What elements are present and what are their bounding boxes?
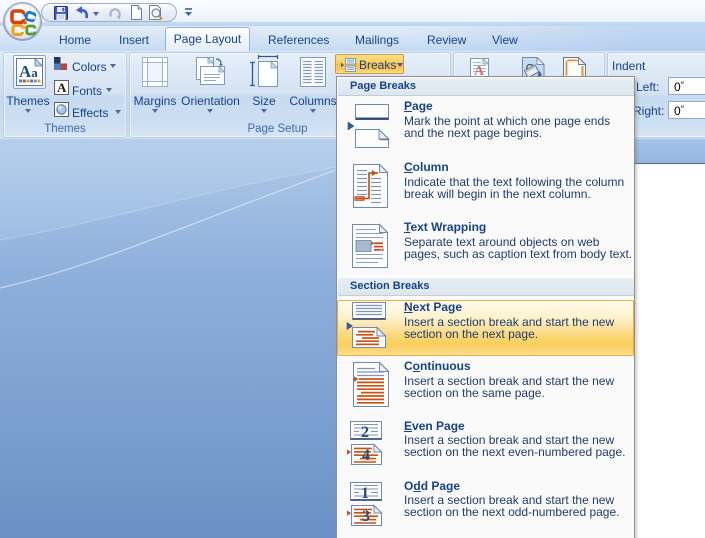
svg-text:2: 2 — [361, 424, 369, 441]
svg-text:4: 4 — [362, 447, 370, 464]
svg-text:A: A — [57, 80, 67, 95]
svg-text:1: 1 — [361, 485, 369, 502]
svg-text:Aa: Aa — [19, 62, 38, 81]
svg-text:3: 3 — [362, 508, 370, 525]
